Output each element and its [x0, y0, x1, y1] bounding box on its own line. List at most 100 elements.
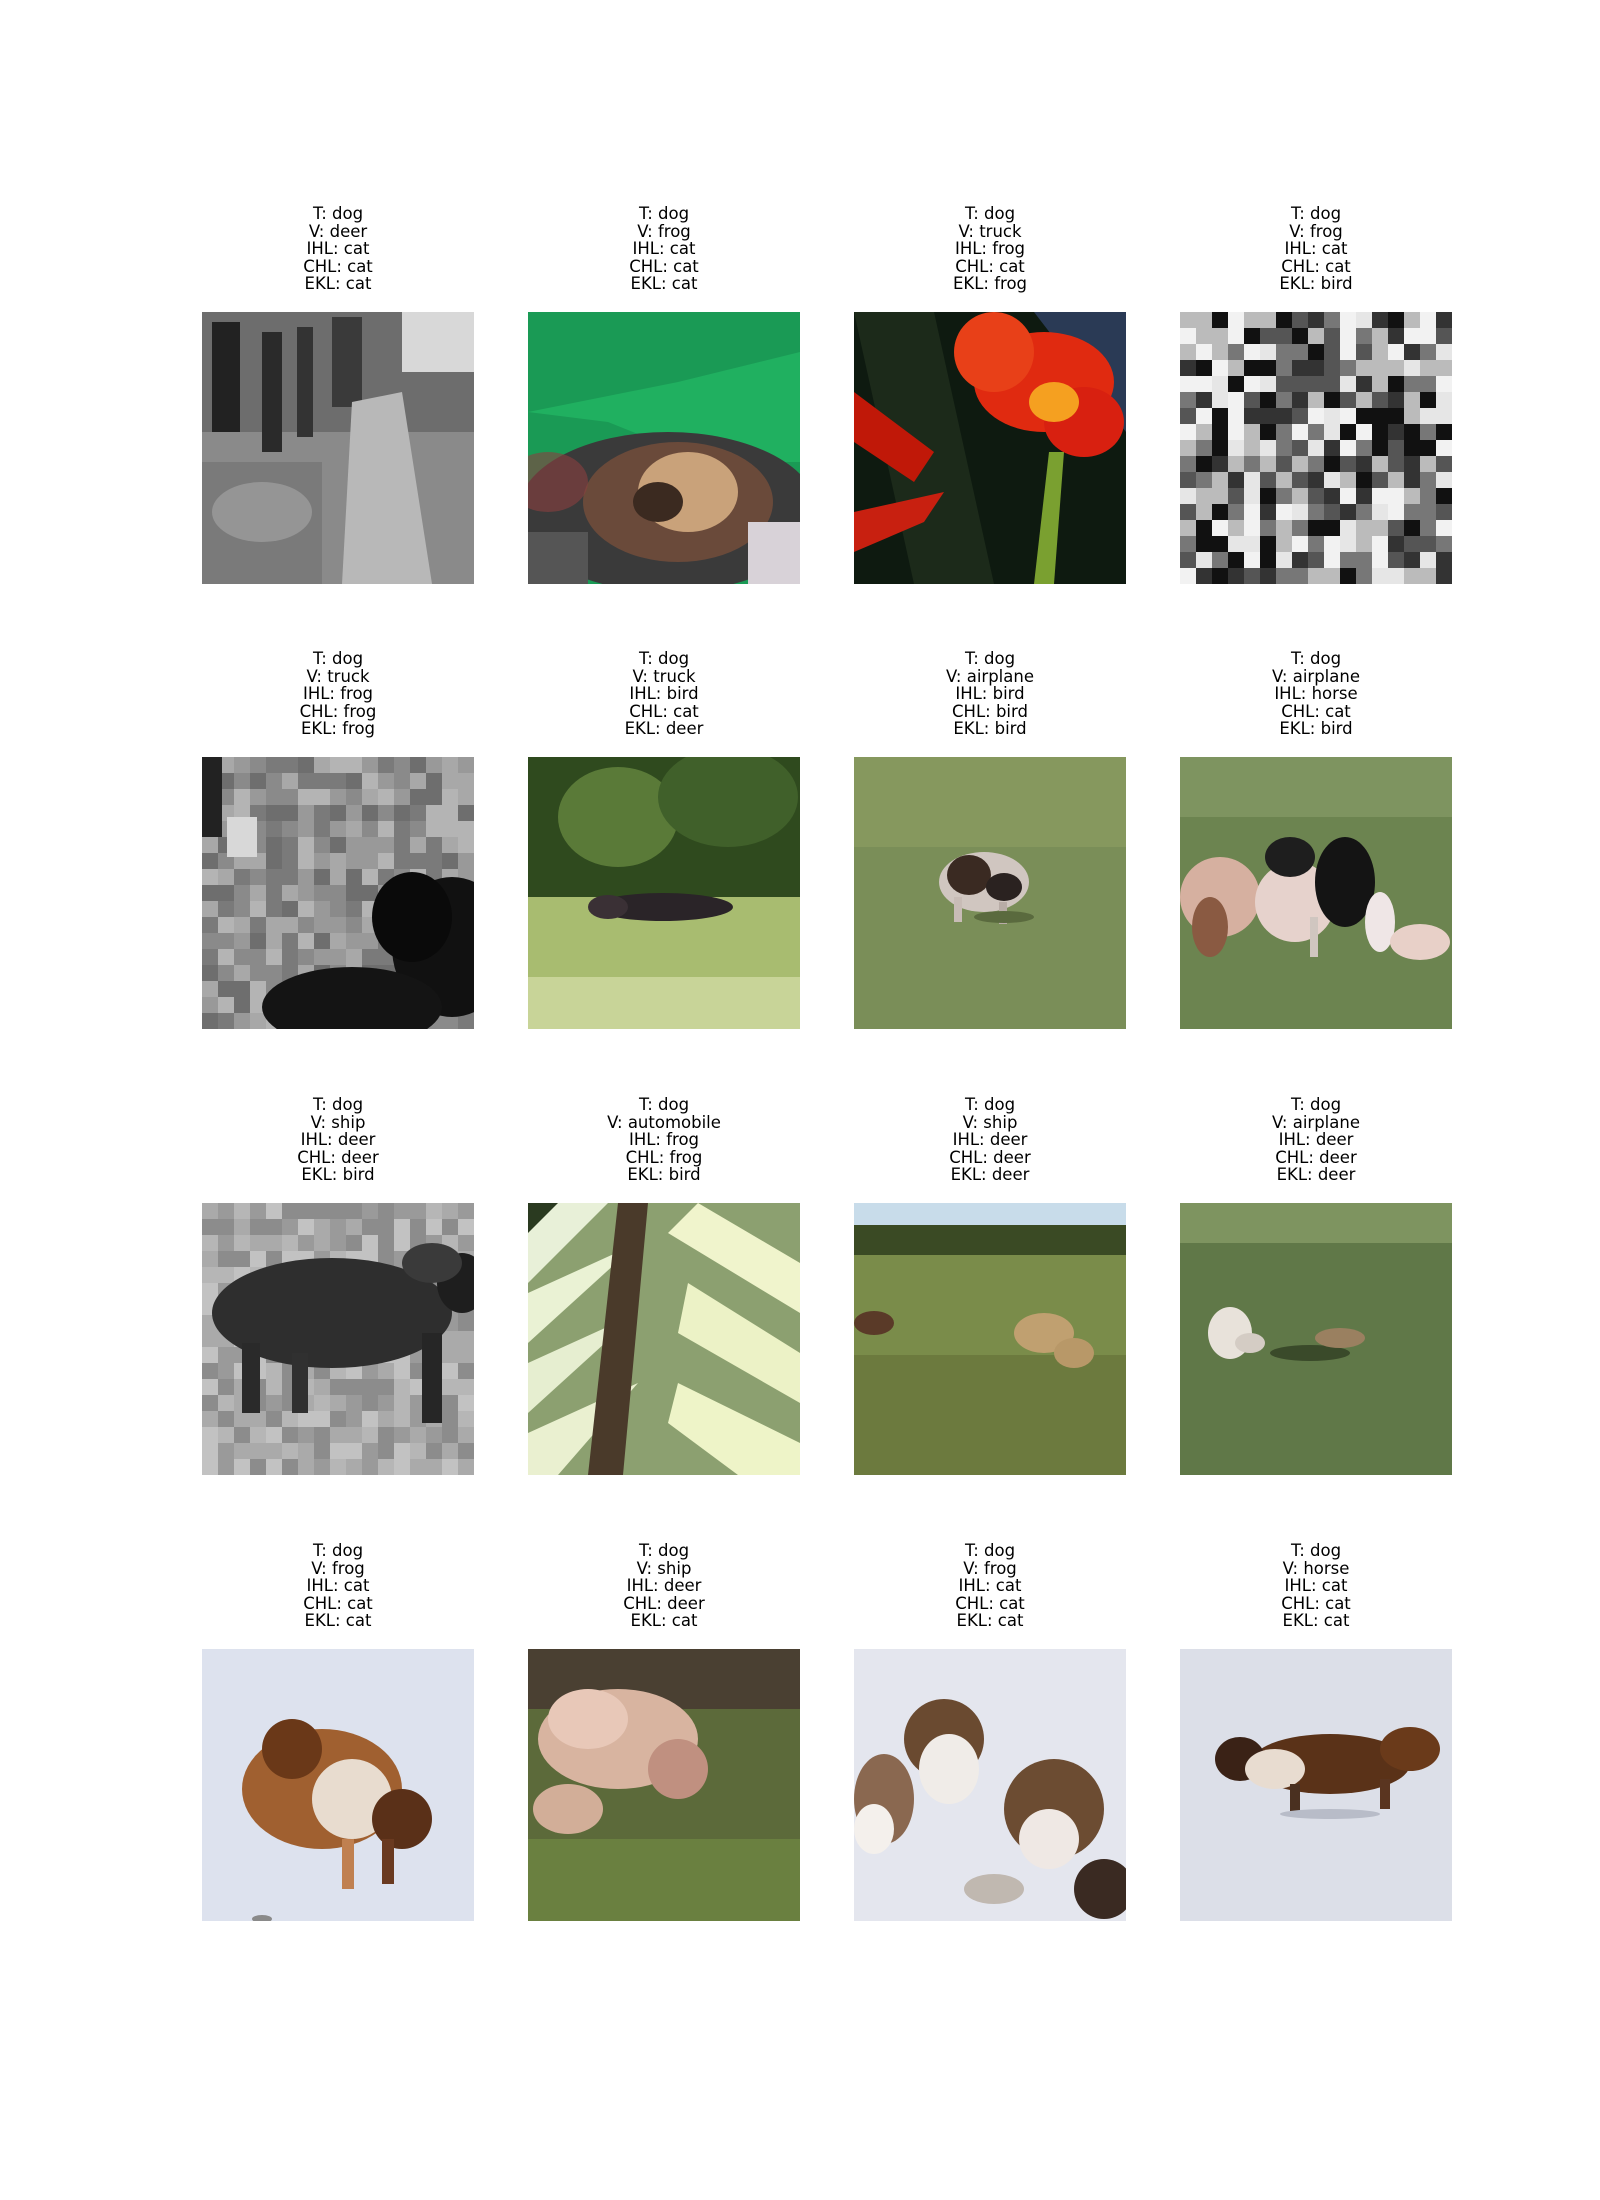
- dogs-herding-grass-image: [1180, 757, 1452, 1029]
- victim-label: V: truck: [958, 221, 1022, 241]
- collie-on-snow-image: [202, 1649, 474, 1921]
- victim-label: V: truck: [306, 666, 370, 686]
- ihl-label: IHL: cat: [1284, 1576, 1348, 1596]
- ekl-label: EKL: bird: [301, 1165, 375, 1185]
- chl-label: CHL: deer: [623, 1593, 705, 1613]
- sample-caption: T: dog V: horse IHL: cat CHL: cat EKL: cat: [1140, 1542, 1492, 1632]
- chl-label: CHL: deer: [1275, 1147, 1357, 1167]
- ekl-label: EKL: cat: [630, 274, 698, 294]
- ihl-label: IHL: deer: [626, 1576, 702, 1596]
- true-label: T: dog: [638, 649, 690, 668]
- palm-leaf-image: [528, 1203, 800, 1475]
- true-label: T: dog: [312, 1095, 364, 1114]
- ihl-label: IHL: frog: [302, 684, 374, 704]
- sample-caption: T: dog V: ship IHL: deer CHL: deer EKL: bird: [162, 1096, 514, 1186]
- true-label: T: dog: [1290, 649, 1342, 668]
- true-label: T: dog: [312, 649, 364, 668]
- chl-label: CHL: cat: [955, 256, 1025, 276]
- sample-caption: T: dog V: airplane IHL: bird CHL: bird EKL: …: [814, 650, 1166, 740]
- true-label: T: dog: [1290, 1541, 1342, 1560]
- sample-caption: T: dog V: ship IHL: deer CHL: deer EKL: cat: [488, 1542, 840, 1632]
- chl-label: CHL: cat: [1281, 701, 1351, 721]
- ihl-label: IHL: deer: [1278, 1130, 1354, 1150]
- victim-label: V: deer: [308, 221, 368, 241]
- true-label: T: dog: [964, 1095, 1016, 1114]
- victim-label: V: ship: [310, 1112, 366, 1132]
- ekl-label: EKL: deer: [1276, 1165, 1356, 1185]
- sample-caption: T: dog V: truck IHL: frog CHL: cat EKL: frog: [814, 205, 1166, 295]
- ekl-label: EKL: bird: [953, 719, 1027, 739]
- victim-label: V: horse: [1282, 1558, 1350, 1578]
- victim-label: V: ship: [636, 1558, 692, 1578]
- sample-caption: T: dog V: deer IHL: cat CHL: cat EKL: cat: [162, 205, 514, 295]
- sample-caption: T: dog V: airplane IHL: horse CHL: cat EKL: …: [1140, 650, 1492, 740]
- sample-caption: T: dog V: frog IHL: cat CHL: cat EKL: cat: [814, 1542, 1166, 1632]
- chl-label: CHL: cat: [303, 1593, 373, 1613]
- dogs-in-field-sky-image: [854, 1203, 1126, 1475]
- chl-label: CHL: cat: [955, 1593, 1025, 1613]
- ihl-label: IHL: horse: [1274, 684, 1358, 704]
- true-label: T: dog: [1290, 204, 1342, 223]
- victim-label: V: truck: [632, 666, 696, 686]
- victim-label: V: frog: [1289, 221, 1343, 241]
- true-label: T: dog: [312, 204, 364, 223]
- three-collies-snow-image: [854, 1649, 1126, 1921]
- ekl-label: EKL: cat: [956, 1611, 1024, 1631]
- sample-caption: T: dog V: airplane IHL: deer CHL: deer EKL: …: [1140, 1096, 1492, 1186]
- sample-caption: T: dog V: frog IHL: cat CHL: cat EKL: bird: [1140, 205, 1492, 295]
- sample-caption: T: dog V: frog IHL: cat CHL: cat EKL: cat: [162, 1542, 514, 1632]
- victim-label: V: automobile: [607, 1112, 721, 1132]
- ihl-label: IHL: frog: [628, 1130, 700, 1150]
- noisy-texture-image: [1180, 312, 1452, 584]
- ihl-label: IHL: deer: [952, 1130, 1028, 1150]
- true-label: T: dog: [964, 204, 1016, 223]
- true-label: T: dog: [638, 204, 690, 223]
- sample-grid: T: dog V: deer IHL: cat CHL: cat EKL: cat T: …: [0, 0, 1600, 2200]
- ihl-label: IHL: cat: [306, 1576, 370, 1596]
- victim-label: V: airplane: [1271, 1112, 1360, 1132]
- collie-running-snow-image: [1180, 1649, 1452, 1921]
- ekl-label: EKL: bird: [1279, 719, 1353, 739]
- victim-label: V: airplane: [1271, 666, 1360, 686]
- chl-label: CHL: deer: [949, 1147, 1031, 1167]
- true-label: T: dog: [638, 1095, 690, 1114]
- chl-label: CHL: bird: [952, 701, 1028, 721]
- chl-label: CHL: cat: [629, 701, 699, 721]
- dog-in-green-car-image: [528, 312, 800, 584]
- victim-label: V: frog: [963, 1558, 1017, 1578]
- white-dog-in-field-image: [1180, 1203, 1452, 1475]
- ihl-label: IHL: cat: [1284, 239, 1348, 259]
- ihl-label: IHL: deer: [300, 1130, 376, 1150]
- ihl-label: IHL: cat: [306, 239, 370, 259]
- dog-running-grass-image: [854, 757, 1126, 1029]
- ihl-label: IHL: cat: [632, 239, 696, 259]
- sample-caption: T: dog V: automobile IHL: frog CHL: frog EKL…: [488, 1096, 840, 1186]
- victim-label: V: frog: [637, 221, 691, 241]
- grayscale-dog-standing-image: [202, 1203, 474, 1475]
- ekl-label: EKL: cat: [304, 274, 372, 294]
- ihl-label: IHL: cat: [958, 1576, 1022, 1596]
- ekl-label: EKL: deer: [624, 719, 704, 739]
- chl-label: CHL: cat: [303, 256, 373, 276]
- true-label: T: dog: [964, 1541, 1016, 1560]
- grayscale-black-dog-image: [202, 757, 474, 1029]
- red-flower-image: [854, 312, 1126, 584]
- victim-label: V: frog: [311, 1558, 365, 1578]
- ekl-label: EKL: cat: [630, 1611, 698, 1631]
- chl-label: CHL: deer: [297, 1147, 379, 1167]
- sample-caption: T: dog V: ship IHL: deer CHL: deer EKL: deer: [814, 1096, 1166, 1186]
- victim-label: V: airplane: [945, 666, 1034, 686]
- victim-label: V: ship: [962, 1112, 1018, 1132]
- grayscale-scene-image: [202, 312, 474, 584]
- true-label: T: dog: [1290, 1095, 1342, 1114]
- ekl-label: EKL: cat: [1282, 1611, 1350, 1631]
- chl-label: CHL: cat: [629, 256, 699, 276]
- chl-label: CHL: frog: [299, 701, 377, 721]
- sample-caption: T: dog V: truck IHL: bird CHL: cat EKL: deer: [488, 650, 840, 740]
- ekl-label: EKL: bird: [1279, 274, 1353, 294]
- ihl-label: IHL: bird: [629, 684, 699, 704]
- ekl-label: EKL: cat: [304, 1611, 372, 1631]
- dog-on-lawn-trees-image: [528, 757, 800, 1029]
- chl-label: CHL: cat: [1281, 256, 1351, 276]
- ekl-label: EKL: frog: [952, 274, 1028, 294]
